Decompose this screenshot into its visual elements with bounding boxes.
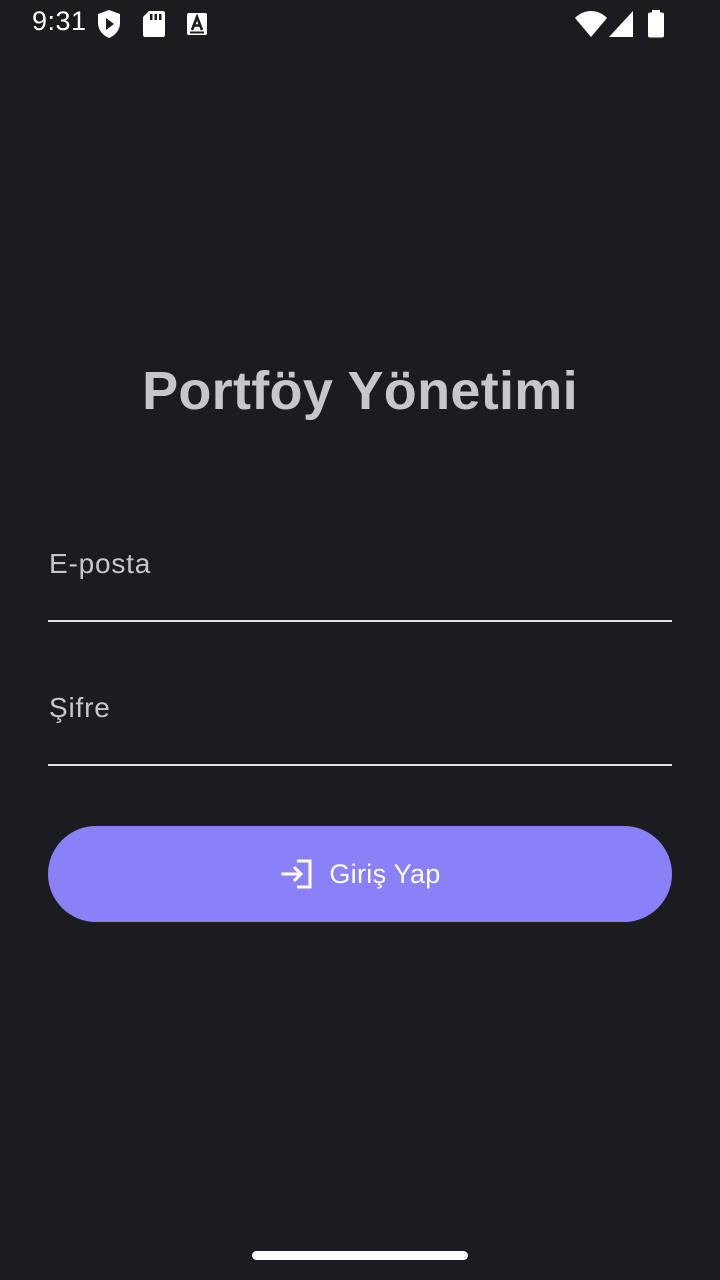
font-a-icon (187, 13, 207, 35)
app-title: Portföy Yönetimi (142, 361, 578, 421)
login-icon (281, 859, 312, 889)
email-input[interactable] (48, 548, 676, 624)
gesture-nav-handle[interactable] (252, 1251, 468, 1260)
sd-card-icon (143, 11, 165, 37)
email-field-underline (48, 620, 672, 622)
cell-signal-icon (609, 11, 633, 37)
login-button[interactable]: Giriş Yap (48, 826, 672, 922)
email-field[interactable]: E-posta (48, 548, 676, 624)
battery-icon (648, 10, 664, 38)
password-input[interactable] (48, 692, 676, 768)
login-screen: 9:31 Portföy Yönetimi E-posta Şifre Giri… (0, 0, 720, 1280)
wifi-icon (575, 11, 607, 37)
login-button-label: Giriş Yap (329, 858, 441, 889)
status-bar: 9:31 (0, 0, 720, 48)
password-field[interactable]: Şifre (48, 692, 676, 768)
password-field-underline (48, 764, 672, 766)
status-time: 9:31 (32, 6, 87, 36)
shield-play-icon (98, 10, 120, 38)
